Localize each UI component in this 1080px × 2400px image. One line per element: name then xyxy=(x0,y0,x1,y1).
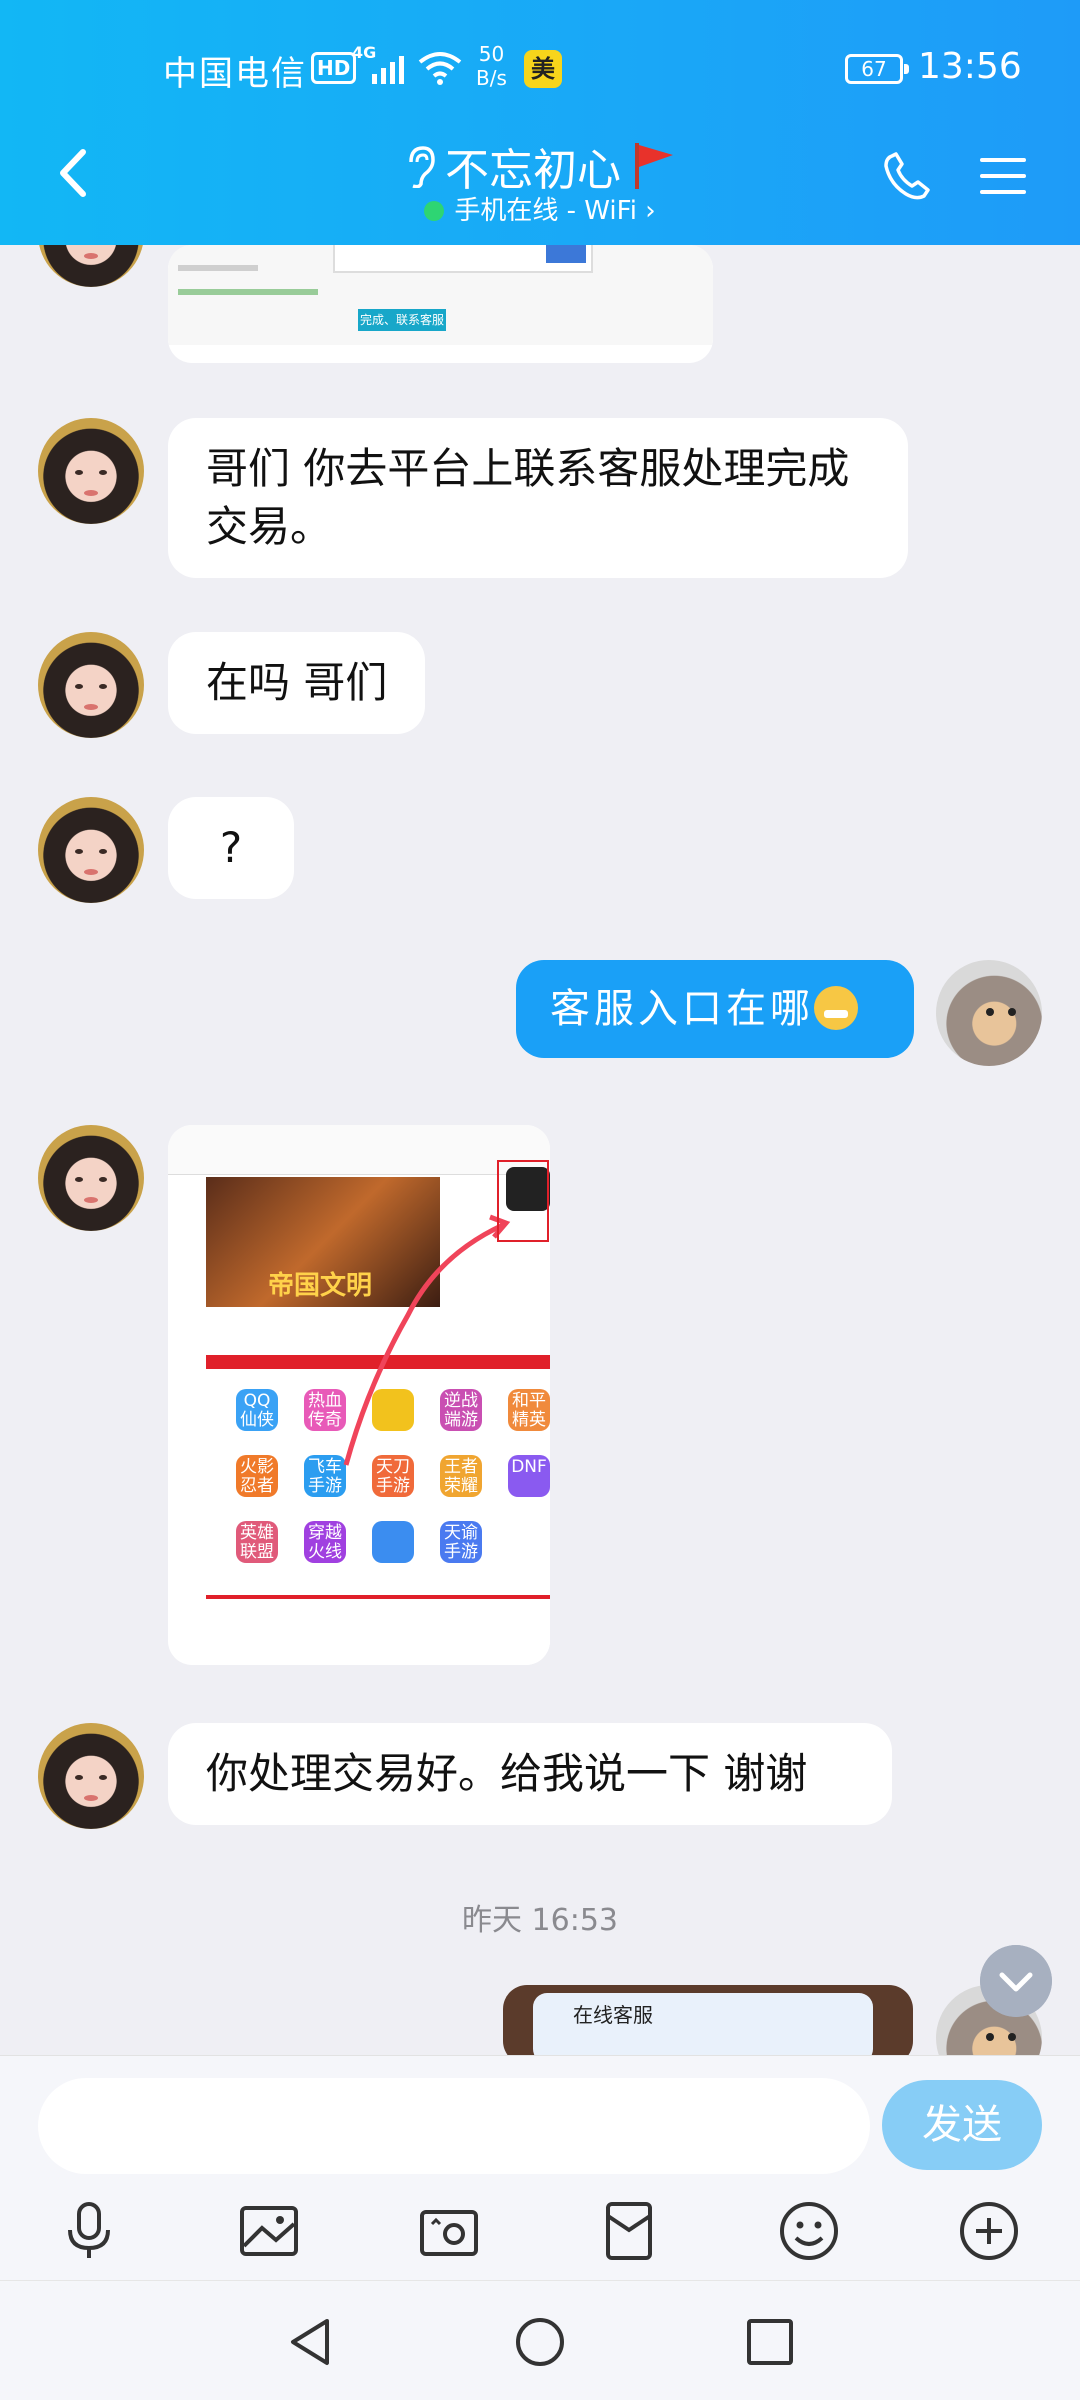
contact-avatar[interactable] xyxy=(38,1125,144,1231)
text-line xyxy=(178,289,318,295)
battery-icon: 67 xyxy=(845,54,909,84)
message-text: 你处理交易好。给我说一下 谢谢 xyxy=(206,1749,808,1798)
nav-home-icon[interactable] xyxy=(513,2315,567,2369)
camera-icon[interactable] xyxy=(416,2198,482,2264)
network-speed: 50 B/s xyxy=(476,42,507,90)
status-bar: 中国电信 HD 4G 50 B/s 美 67 13:56 xyxy=(0,40,1080,100)
red-arrow-annotation xyxy=(343,1160,549,1466)
contact-avatar[interactable] xyxy=(38,418,144,524)
title-bar: 中国电信 HD 4G 50 B/s 美 67 13:56 不忘初心 手机在线 -… xyxy=(0,0,1080,245)
carrier-label: 中国电信 xyxy=(163,54,307,94)
app-badge: 美 xyxy=(524,50,562,88)
phone-icon[interactable] xyxy=(882,152,932,202)
clock: 13:56 xyxy=(918,46,1022,87)
my-image-message[interactable]: 在线客服 xyxy=(503,1985,913,2055)
wifi-icon xyxy=(418,52,462,85)
screenshot-thumbnail: 完成、联系客服 xyxy=(168,245,713,345)
screenshot-caption: 在线客服 xyxy=(573,2003,653,2027)
my-avatar[interactable] xyxy=(936,960,1042,1066)
image-message[interactable]: 完成、联系客服 xyxy=(168,245,713,363)
signal-icon xyxy=(372,56,404,84)
red-packet-icon[interactable] xyxy=(596,2198,662,2264)
dialog-ok xyxy=(546,245,586,263)
contact-name: 不忘初心 xyxy=(445,145,621,196)
system-nav-bar xyxy=(0,2280,1080,2400)
contact-avatar[interactable] xyxy=(38,797,144,903)
input-area: 发送 xyxy=(0,2055,1080,2280)
image-icon[interactable] xyxy=(236,2198,302,2264)
screenshot-button: 完成、联系客服 xyxy=(358,309,446,331)
contact-avatar[interactable] xyxy=(38,245,144,287)
screenshot-list xyxy=(206,1595,550,1665)
timestamp: 昨天 16:53 xyxy=(462,1903,618,1938)
speed-value: 50 xyxy=(478,42,505,66)
contact-avatar[interactable] xyxy=(38,1723,144,1829)
message-text: ? xyxy=(219,823,243,872)
speed-unit: B/s xyxy=(476,66,507,90)
phone-screenshot: 在线客服 xyxy=(533,1993,873,2055)
message-text: 客服入口在哪 xyxy=(550,986,814,1032)
my-message-bubble[interactable]: 客服入口在哪 xyxy=(516,960,914,1058)
text-line xyxy=(178,265,258,271)
nav-back-icon[interactable] xyxy=(283,2315,337,2369)
message-input[interactable] xyxy=(38,2078,870,2174)
contact-avatar[interactable] xyxy=(38,632,144,738)
message-text: 哥们 你去平台上联系客服处理完成交易。 xyxy=(206,444,850,551)
hd-badge: HD xyxy=(311,52,357,84)
message-bubble[interactable]: 哥们 你去平台上联系客服处理完成交易。 xyxy=(168,418,908,578)
grin-emoji-icon xyxy=(814,986,858,1030)
message-bubble[interactable]: 你处理交易好。给我说一下 谢谢 xyxy=(168,1723,892,1825)
message-bubble[interactable]: ? xyxy=(168,797,294,899)
online-dot-icon xyxy=(424,201,445,221)
scroll-to-bottom-icon[interactable] xyxy=(980,1945,1052,2017)
send-button[interactable]: 发送 xyxy=(882,2080,1042,2170)
nav-recents-icon[interactable] xyxy=(743,2315,797,2369)
image-message[interactable]: 帝国文明 QQ仙侠 热血传奇 逆战端游 和平精英 火影忍者 飞车手游 天刀手游 … xyxy=(168,1125,550,1665)
microphone-icon[interactable] xyxy=(56,2198,122,2264)
menu-icon[interactable] xyxy=(978,154,1028,198)
emoji-icon[interactable] xyxy=(776,2198,842,2264)
online-status-label: 手机在线 - WiFi › xyxy=(454,196,656,226)
plus-icon[interactable] xyxy=(956,2198,1022,2264)
red-flag-icon xyxy=(635,143,673,189)
ear-icon xyxy=(409,146,435,188)
message-bubble[interactable]: 在吗 哥们 xyxy=(168,632,426,734)
message-text: 在吗 哥们 xyxy=(206,658,388,707)
chat-list[interactable]: 完成、联系客服 哥们 你去平台上联系客服处理完成交易。 在吗 哥们 ? 客服入口… xyxy=(0,245,1080,2055)
